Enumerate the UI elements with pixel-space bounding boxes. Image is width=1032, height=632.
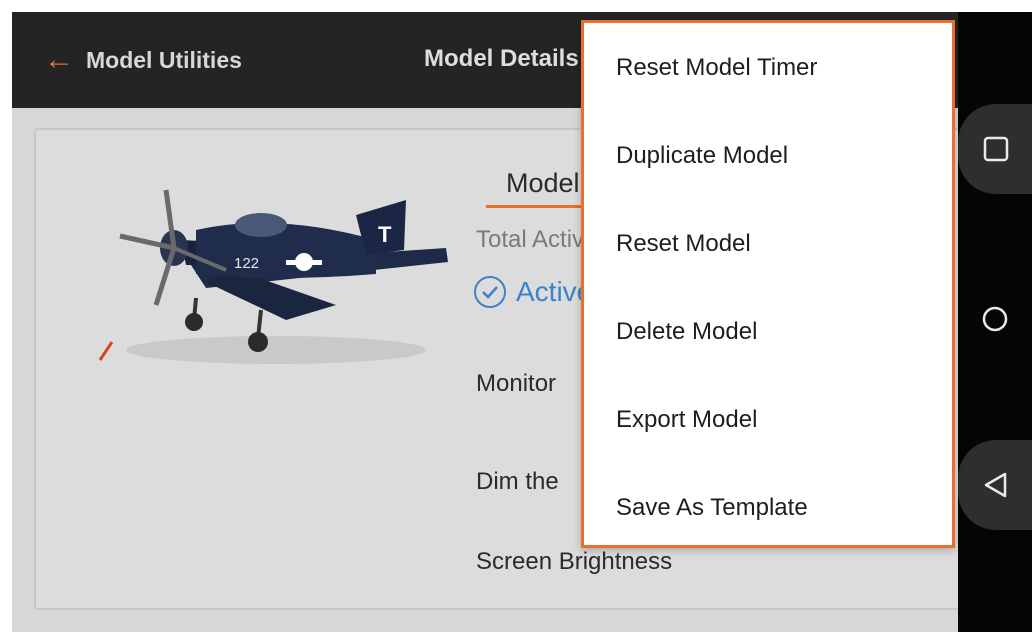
nav-back-button[interactable]	[958, 440, 1032, 530]
home-button[interactable]	[958, 274, 1032, 364]
back-arrow-icon: ←	[44, 43, 74, 76]
menu-item-delete-model[interactable]: Delete Model	[584, 287, 952, 377]
system-nav-bar	[958, 12, 1032, 632]
menu-item-reset-model-timer[interactable]: Reset Model Timer	[584, 23, 952, 113]
menu-item-save-as-template[interactable]: Save As Template	[584, 463, 952, 553]
svg-text:122: 122	[234, 255, 259, 272]
menu-item-export-model[interactable]: Export Model	[584, 375, 952, 465]
triangle-back-icon	[984, 472, 1007, 498]
menu-item-duplicate-model[interactable]: Duplicate Model	[584, 111, 952, 201]
square-icon	[983, 136, 1009, 162]
overflow-menu: Reset Model Timer Duplicate Model Reset …	[581, 20, 955, 548]
active-status[interactable]: Active	[474, 276, 592, 308]
dim-row-label: Dim the	[476, 468, 559, 495]
model-image: T 122	[86, 170, 466, 380]
svg-text:T: T	[378, 222, 392, 247]
circle-icon	[982, 306, 1008, 332]
back-label: Model Utilities	[86, 46, 242, 73]
back-button[interactable]: ← Model Utilities	[44, 42, 242, 78]
menu-item-reset-model[interactable]: Reset Model	[584, 199, 952, 289]
monitor-row-label: Monitor	[476, 370, 557, 397]
check-circle-icon	[474, 276, 506, 308]
device-screen: ← Model Utilities Model Details T 122 Mo…	[12, 12, 1032, 632]
page-title: Model Details	[424, 45, 579, 72]
recents-button[interactable]	[958, 104, 1032, 194]
tab-model[interactable]: Model	[486, 168, 592, 208]
